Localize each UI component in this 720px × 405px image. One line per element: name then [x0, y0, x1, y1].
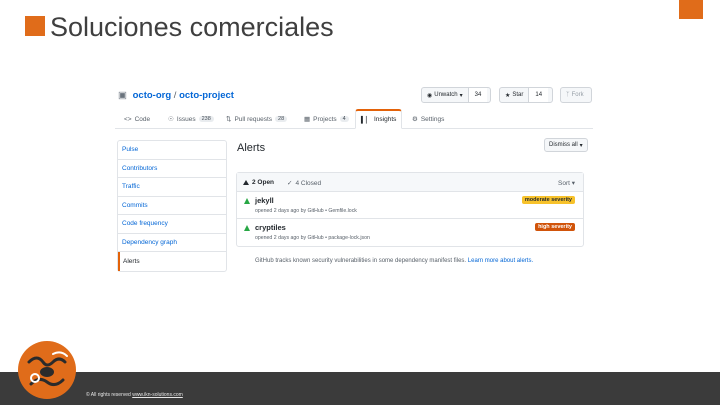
chevron-down-icon: ▾ [459, 92, 463, 99]
repo-title: ▣ octo-org / octo-project [118, 90, 234, 101]
github-screenshot: ▣ octo-org / octo-project ◉ Unwatch ▾ 34 ★… [115, 80, 593, 272]
alerts-list-header: 2 Open ✓ 4 Closed Sort ▾ [237, 173, 583, 192]
learn-more-link[interactable]: Learn more about alerts. [468, 258, 533, 264]
alert-package-link[interactable]: jekyll [255, 196, 274, 205]
sort-dropdown[interactable]: Sort ▾ [558, 179, 575, 187]
graph-icon: ▍▏ [361, 116, 371, 124]
footer-copyright: © All rights reserved www.ikn-solutions.… [86, 392, 183, 398]
issue-icon: ☉ [168, 116, 174, 123]
sidebar-item-dependency-graph[interactable]: Dependency graph [118, 234, 226, 252]
sidebar-item-pulse[interactable]: Pulse [118, 141, 226, 160]
company-logo [18, 341, 76, 399]
tab-pull-requests[interactable]: ⇅ Pull requests 28 [221, 109, 292, 129]
repo-nav-tabs: <> Code ☉ Issues 238 ⇅ Pull requests 28 … [115, 109, 593, 129]
tab-settings-label: Settings [420, 115, 445, 123]
sidebar-item-contributors[interactable]: Contributors [118, 160, 226, 178]
tab-insights-label: Insights [374, 116, 397, 123]
unwatch-button[interactable]: ◉ Unwatch ▾ 34 [421, 87, 491, 103]
warning-icon [244, 225, 250, 231]
chevron-down-icon: ▾ [571, 180, 575, 187]
tab-code-label: Code [134, 115, 151, 123]
star-button[interactable]: ★ Star 14 [499, 87, 553, 103]
corner-accent-gap [704, 0, 720, 19]
alert-meta: opened 2 days ago by GitHub • package-lo… [255, 235, 370, 241]
fork-button[interactable]: ᛉ Fork [560, 87, 592, 103]
alert-meta: opened 2 days ago by GitHub • Gemfile.lo… [255, 208, 357, 214]
repo-header: ▣ octo-org / octo-project ◉ Unwatch ▾ 34 ★… [115, 80, 593, 110]
tab-projects-label: Projects [313, 115, 337, 123]
open-filter[interactable]: 2 Open [243, 179, 274, 186]
fork-icon: ᛉ [566, 92, 570, 98]
tab-pull-requests-label: Pull requests [234, 115, 273, 123]
page-title: Alerts [237, 142, 266, 154]
projects-counter: 4 [339, 116, 349, 122]
pull-requests-counter: 28 [275, 116, 288, 122]
sidebar-item-alerts[interactable]: Alerts [118, 252, 226, 271]
insights-sidebar: Pulse Contributors Traffic Commits Code … [117, 140, 227, 272]
closed-filter[interactable]: ✓ 4 Closed [287, 179, 322, 188]
closed-count-label: 4 Closed [295, 179, 322, 187]
tab-projects[interactable]: ▦ Projects 4 [299, 109, 354, 129]
footer-website-link[interactable]: www.ikn-solutions.com [132, 392, 183, 398]
alerts-help-text: GitHub tracks known security vulnerabili… [255, 258, 533, 264]
code-icon: <> [124, 115, 132, 123]
tab-code[interactable]: <> Code [119, 109, 155, 129]
warning-icon [244, 198, 250, 204]
alert-row[interactable]: jekyll opened 2 days ago by GitHub • Gem… [237, 192, 583, 219]
check-icon: ✓ [287, 180, 293, 187]
alerts-help-body: GitHub tracks known security vulnerabili… [255, 258, 468, 264]
repo-separator: / [173, 90, 177, 101]
alerts-list: 2 Open ✓ 4 Closed Sort ▾ jekyll opened 2… [236, 172, 584, 247]
gear-icon: ⚙ [412, 116, 418, 123]
project-icon: ▦ [304, 116, 311, 123]
issues-counter: 238 [198, 116, 214, 122]
watch-count[interactable]: 34 [467, 88, 488, 102]
chevron-down-icon: ▾ [579, 142, 583, 149]
alert-package-link[interactable]: cryptiles [255, 223, 286, 232]
tab-issues-label: Issues [176, 115, 196, 123]
sort-label: Sort [558, 180, 570, 187]
pull-request-icon: ⇅ [226, 116, 232, 123]
tab-settings[interactable]: ⚙ Settings [407, 109, 449, 129]
star-icon: ★ [505, 92, 511, 99]
unwatch-label: Unwatch [434, 92, 458, 98]
dismiss-all-button[interactable]: Dismiss all ▾ [544, 138, 588, 152]
star-count[interactable]: 14 [528, 88, 549, 102]
tab-issues[interactable]: ☉ Issues 238 [163, 109, 219, 129]
sidebar-item-commits[interactable]: Commits [118, 197, 226, 215]
tab-insights[interactable]: ▍▏ Insights [355, 109, 403, 129]
slide-title: Soluciones comerciales [50, 12, 334, 42]
severity-badge: high severity [535, 223, 575, 231]
open-count-label: 2 Open [252, 179, 275, 186]
footer-copyright-text: © All rights reserved [86, 392, 133, 398]
title-accent-square [25, 16, 45, 36]
alert-row[interactable]: cryptiles opened 2 days ago by GitHub • … [237, 219, 583, 246]
repo-icon: ▣ [118, 90, 127, 101]
dismiss-all-label: Dismiss all [549, 142, 578, 148]
repo-owner-link[interactable]: octo-org [133, 90, 172, 101]
corner-accent-square [679, 0, 703, 19]
footer-bar [0, 372, 720, 405]
sidebar-item-code-frequency[interactable]: Code frequency [118, 215, 226, 234]
fork-label: Fork [571, 92, 584, 98]
sidebar-item-traffic[interactable]: Traffic [118, 178, 226, 197]
star-label: Star [512, 92, 524, 98]
severity-badge: moderate severity [521, 196, 575, 204]
repo-name-link[interactable]: octo-project [179, 90, 234, 101]
alert-icon [243, 180, 249, 185]
eye-icon: ◉ [427, 92, 433, 99]
